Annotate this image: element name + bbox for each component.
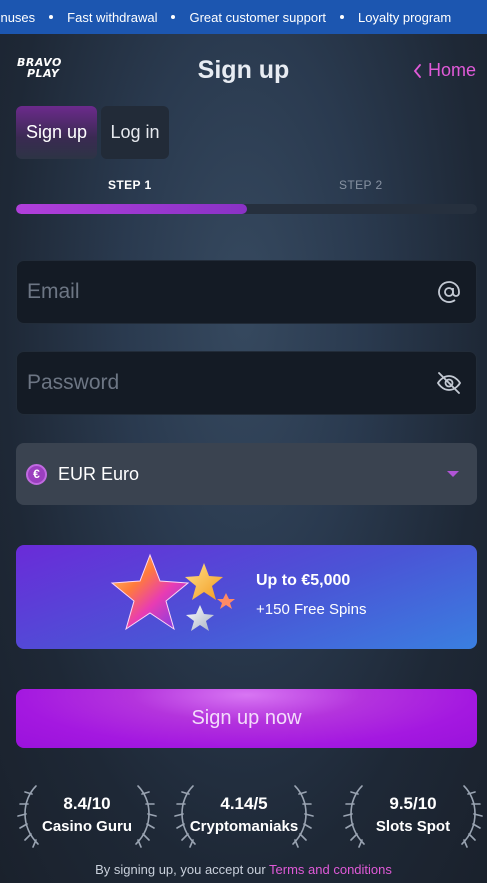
terms-notice: By signing up, you accept our Terms and … — [0, 862, 487, 877]
email-field — [16, 260, 477, 324]
header: BRAVO PLAY Sign up Home — [0, 34, 487, 106]
ticker-item: Loyalty program — [358, 9, 452, 25]
home-link-label: Home — [427, 60, 476, 80]
currency-select-value: EUR Euro — [58, 463, 140, 484]
step-progress-fill — [16, 204, 247, 214]
ratings-row: 8.4/10 Casino Guru 4.14/5 Cryptomaniaks … — [0, 780, 487, 848]
benefits-ticker: bonuses Fast withdrawal Great customer s… — [0, 0, 487, 34]
password-input[interactable] — [27, 371, 436, 395]
step-2-label: STEP 2 — [339, 178, 383, 192]
caret-down-icon — [447, 471, 459, 477]
laurel-wreath-icon — [174, 785, 314, 848]
laurel-wreath-icon — [17, 785, 157, 848]
chevron-left-icon — [413, 63, 421, 78]
ticker-separator — [340, 15, 345, 19]
rating-score: 9.5/10 — [389, 794, 437, 813]
sign-up-now-button[interactable]: Sign up now — [16, 689, 477, 748]
rating-site: Casino Guru — [41, 818, 132, 835]
stars-illustration — [110, 553, 235, 631]
auth-tabs: Sign up Log in — [16, 106, 169, 159]
rating-badge: 4.14/5 Cryptomaniaks — [171, 780, 317, 848]
currency-select[interactable]: € EUR Euro — [16, 443, 477, 505]
promo-subtitle: +150 Free Spins — [256, 601, 367, 618]
tab-sign-up[interactable]: Sign up — [16, 106, 97, 159]
step-progress-bar — [16, 204, 477, 214]
at-icon — [436, 279, 462, 305]
ticker-item: Great customer support — [189, 9, 327, 25]
promo-title: Up to €5,000 — [256, 572, 351, 589]
terms-link[interactable]: Terms and conditions — [269, 862, 392, 877]
tab-log-in[interactable]: Log in — [101, 106, 169, 159]
rating-badge: 9.5/10 Slots Spot — [340, 780, 486, 848]
ticker-separator — [49, 15, 54, 19]
rating-badge: 8.4/10 Casino Guru — [14, 780, 160, 848]
welcome-bonus-banner: Up to €5,000 +150 Free Spins — [16, 545, 477, 649]
terms-prefix: By signing up, you accept our — [95, 862, 270, 877]
rating-score: 4.14/5 — [220, 794, 268, 813]
password-field — [16, 351, 477, 415]
rating-site: Cryptomaniaks — [189, 818, 299, 835]
laurel-wreath-icon — [343, 785, 483, 848]
ticker-separator — [171, 15, 176, 19]
step-1-label: STEP 1 — [108, 178, 152, 192]
eye-off-icon[interactable] — [436, 370, 462, 396]
euro-coin-icon: € — [26, 463, 47, 485]
ticker-item: Fast withdrawal — [67, 9, 158, 25]
home-link[interactable]: Home — [413, 60, 476, 81]
rating-score: 8.4/10 — [63, 794, 111, 813]
email-input[interactable] — [27, 280, 436, 304]
rating-site: Slots Spot — [375, 818, 451, 835]
ticker-item: bonuses — [0, 9, 36, 25]
